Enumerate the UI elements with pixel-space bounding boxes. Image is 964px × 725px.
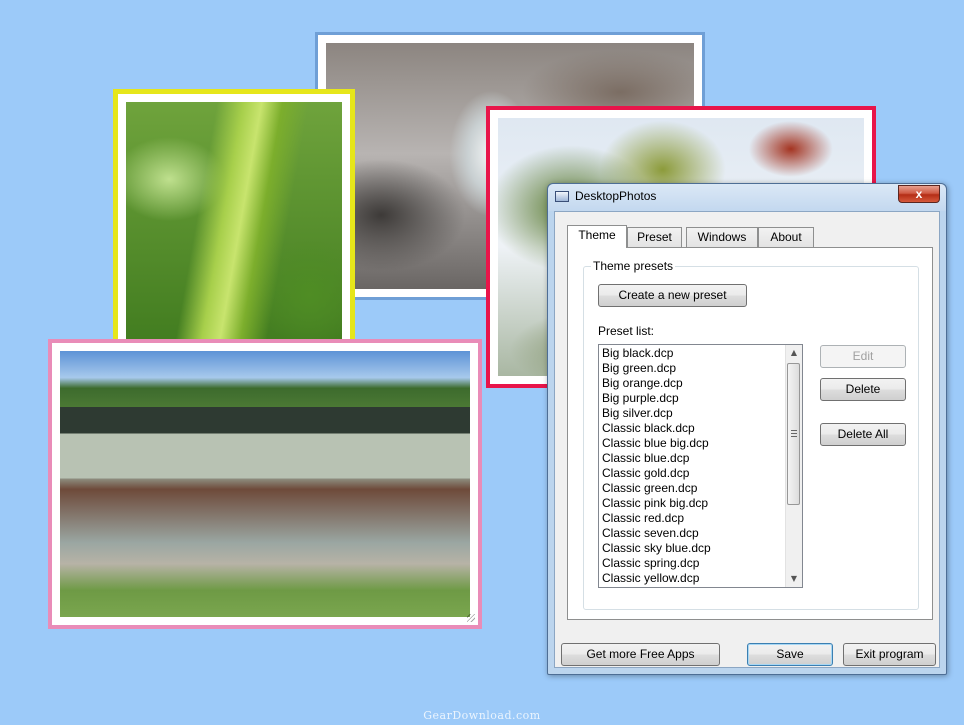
preset-list-items: Big black.dcp Big green.dcp Big orange.dcp…: [599, 346, 785, 586]
close-button[interactable]: x: [898, 185, 940, 203]
preset-list-item[interactable]: Classic gold.dcp: [599, 466, 785, 481]
window-title: DesktopPhotos: [575, 189, 657, 203]
preset-list-item[interactable]: Classic blue big.dcp: [599, 436, 785, 451]
preset-list-item[interactable]: Big silver.dcp: [599, 406, 785, 421]
create-preset-button[interactable]: Create a new preset: [598, 284, 747, 307]
scroll-thumb[interactable]: [787, 363, 800, 505]
tab-about[interactable]: About: [758, 227, 814, 247]
title-bar[interactable]: DesktopPhotos x: [548, 184, 946, 211]
save-button[interactable]: Save: [747, 643, 833, 666]
tab-preset[interactable]: Preset: [627, 227, 682, 247]
preset-list-item[interactable]: Classic green.dcp: [599, 481, 785, 496]
photo-frame-temple[interactable]: [48, 339, 482, 629]
preset-list-item[interactable]: Classic pink big.dcp: [599, 496, 785, 511]
preset-list-item[interactable]: Classic sky blue.dcp: [599, 541, 785, 556]
window-client-area: Theme Preset Windows About Theme presets…: [554, 211, 940, 668]
preset-list-item[interactable]: Classic blue.dcp: [599, 451, 785, 466]
tab-windows[interactable]: Windows: [686, 227, 758, 247]
photo-temple: [60, 351, 470, 617]
preset-list-item[interactable]: Classic red.dcp: [599, 511, 785, 526]
exit-program-button[interactable]: Exit program: [843, 643, 936, 666]
get-more-apps-button[interactable]: Get more Free Apps: [561, 643, 720, 666]
scroll-grip-icon: [791, 430, 797, 437]
photo-frame-dragonfly[interactable]: [113, 89, 355, 372]
preset-list-item[interactable]: Big black.dcp: [599, 346, 785, 361]
delete-all-button[interactable]: Delete All: [820, 423, 906, 446]
app-window-icon: [555, 191, 569, 202]
preset-list[interactable]: Big black.dcp Big green.dcp Big orange.dcp…: [598, 344, 803, 588]
photo-dragonfly: [126, 102, 342, 359]
preset-list-item[interactable]: Classic yellow.dcp: [599, 571, 785, 586]
vertical-scrollbar[interactable]: ▲ ▼: [785, 345, 802, 587]
theme-tab-panel: Theme presets Create a new preset Preset…: [567, 247, 933, 620]
preset-list-item[interactable]: Classic black.dcp: [599, 421, 785, 436]
edit-button[interactable]: Edit: [820, 345, 906, 368]
scroll-up-arrow-icon[interactable]: ▲: [786, 345, 802, 361]
preset-list-item[interactable]: Classic seven.dcp: [599, 526, 785, 541]
tab-theme[interactable]: Theme: [567, 225, 627, 248]
preset-list-item[interactable]: Big green.dcp: [599, 361, 785, 376]
preset-list-item[interactable]: Big orange.dcp: [599, 376, 785, 391]
preset-list-item[interactable]: Big purple.dcp: [599, 391, 785, 406]
group-title: Theme presets: [591, 259, 676, 273]
watermark-text: GearDownload.com: [423, 709, 541, 722]
theme-presets-group: Theme presets Create a new preset Preset…: [583, 259, 919, 610]
preset-list-label: Preset list:: [598, 324, 655, 338]
scroll-down-arrow-icon[interactable]: ▼: [786, 571, 802, 587]
resize-grip-icon[interactable]: [467, 614, 475, 622]
desktopphotos-window: DesktopPhotos x Theme Preset Windows Abo…: [547, 183, 947, 675]
delete-button[interactable]: Delete: [820, 378, 906, 401]
preset-list-item[interactable]: Classic spring.dcp: [599, 556, 785, 571]
